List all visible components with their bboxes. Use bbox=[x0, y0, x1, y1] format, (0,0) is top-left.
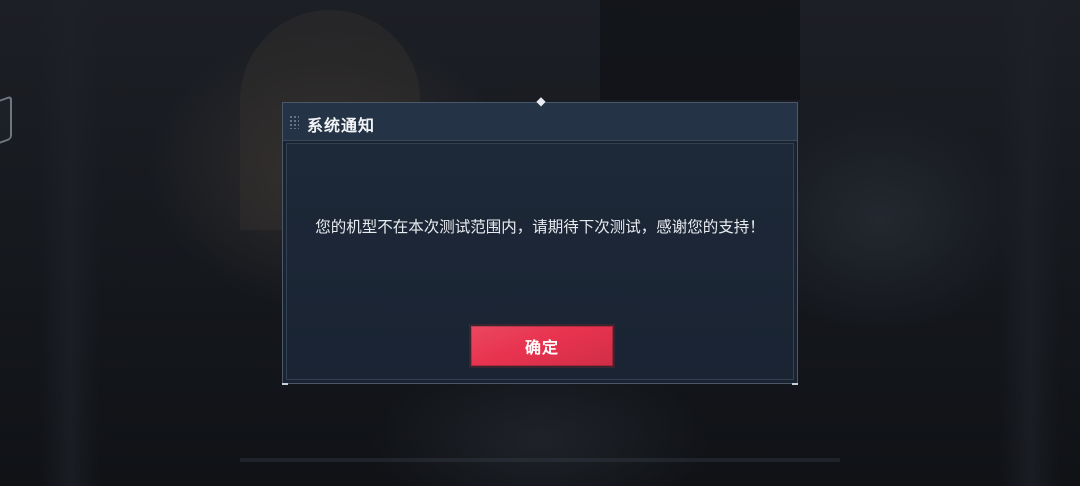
drag-grip-icon bbox=[289, 115, 299, 129]
background-panel bbox=[600, 0, 800, 100]
background-pillar bbox=[1000, 0, 1060, 486]
confirm-button[interactable]: 确定 bbox=[469, 324, 615, 368]
system-notice-dialog: 系统通知 ◆ 您的机型不在本次测试范围内，请期待下次测试，感谢您的支持！ 确定 bbox=[282, 95, 798, 385]
dialog-body: 您的机型不在本次测试范围内，请期待下次测试，感谢您的支持！ 确定 bbox=[286, 143, 794, 380]
dialog-title: 系统通知 bbox=[307, 116, 376, 135]
diamond-marker-icon: ◆ bbox=[536, 94, 546, 108]
background-footer-line bbox=[240, 458, 840, 462]
background-pillar bbox=[40, 0, 100, 486]
corner-accent bbox=[282, 383, 288, 385]
dialog-title-bar: 系统通知 bbox=[283, 103, 797, 141]
corner-accent bbox=[792, 383, 798, 385]
confirm-button-label: 确定 bbox=[524, 338, 559, 357]
dialog-message: 您的机型不在本次测试范围内，请期待下次测试，感谢您的支持！ bbox=[315, 218, 765, 236]
